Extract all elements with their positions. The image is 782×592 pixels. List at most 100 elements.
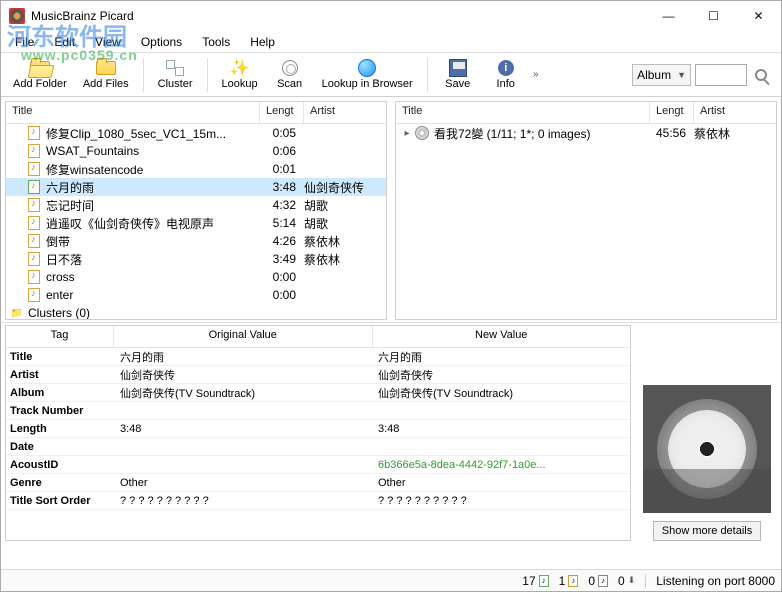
tag-original-value: 仙剑奇侠传 — [114, 367, 372, 383]
scan-button[interactable]: Scan — [266, 55, 314, 95]
matched-list[interactable]: ▸ 看我72變 (1/11; 1*; 0 images) 45:56 蔡依林 — [396, 124, 776, 319]
col-title[interactable]: Title — [6, 102, 260, 123]
search-button[interactable] — [751, 65, 771, 85]
tag-col-new[interactable]: New Value — [373, 326, 631, 347]
tag-row[interactable]: Title Sort Order? ? ? ? ? ? ? ? ? ?? ? ?… — [6, 492, 630, 510]
add-folder-button[interactable]: Add Folder — [5, 55, 75, 95]
lookup-label: Lookup — [222, 78, 258, 90]
file-row[interactable]: 修复winsatencode0:01 — [6, 160, 386, 178]
col-artist[interactable]: Artist — [694, 102, 776, 123]
status-count-2: 1♪ — [559, 574, 579, 588]
music-file-icon — [28, 234, 40, 248]
folder-icon — [96, 61, 116, 75]
expand-icon[interactable]: ▸ — [400, 128, 414, 139]
unmatched-list[interactable]: 修复Clip_1080_5sec_VC1_15m...0:05WSAT_Foun… — [6, 124, 386, 319]
file-row[interactable]: enter0:00 — [6, 286, 386, 304]
file-title: cross — [42, 270, 260, 284]
file-artist: 胡歌 — [304, 197, 386, 214]
music-file-icon — [28, 216, 40, 230]
tag-row[interactable]: Album仙剑奇侠传(TV Soundtrack)仙剑奇侠传(TV Soundt… — [6, 384, 630, 402]
tag-row[interactable]: Length3:483:48 — [6, 420, 630, 438]
app-icon — [9, 8, 25, 24]
add-files-label: Add Files — [83, 78, 129, 90]
file-row[interactable]: 日不落3:49蔡依林 — [6, 250, 386, 268]
statusbar-separator — [645, 574, 646, 588]
file-artist: 胡歌 — [304, 215, 386, 232]
file-row[interactable]: WSAT_Fountains0:06 — [6, 142, 386, 160]
tag-col-name[interactable]: Tag — [6, 326, 114, 347]
toolbar-separator — [207, 58, 208, 92]
file-title: 忘记时间 — [42, 197, 260, 214]
col-artist[interactable]: Artist — [304, 102, 386, 123]
file-row[interactable]: cross0:00 — [6, 268, 386, 286]
down-arrow-icon: ⬇ — [628, 575, 636, 586]
tag-name: Title Sort Order — [6, 495, 114, 507]
col-title[interactable]: Title — [396, 102, 650, 123]
tag-new-value: ? ? ? ? ? ? ? ? ? ? — [372, 495, 630, 507]
tag-row[interactable]: AcoustID6b366e5a-8dea-4442-92f7-1a0e... — [6, 456, 630, 474]
file-row[interactable]: 忘记时间4:32胡歌 — [6, 196, 386, 214]
file-length: 4:26 — [260, 234, 304, 248]
minimize-button[interactable]: — — [646, 1, 691, 31]
col-length[interactable]: Lengt — [260, 102, 304, 123]
file-title: 六月的雨 — [42, 179, 260, 196]
save-button[interactable]: Save — [434, 55, 482, 95]
col-length[interactable]: Lengt — [650, 102, 694, 123]
file-length: 0:00 — [260, 270, 304, 284]
file-title: 修复Clip_1080_5sec_VC1_15m... — [42, 125, 260, 142]
tag-row[interactable]: GenreOtherOther — [6, 474, 630, 492]
show-more-details-button[interactable]: Show more details — [653, 521, 762, 541]
menu-help[interactable]: Help — [240, 32, 285, 52]
music-file-icon — [28, 198, 40, 212]
clusters-label: Clusters (0) — [24, 306, 260, 319]
album-length: 45:56 — [650, 126, 694, 140]
file-length: 5:14 — [260, 216, 304, 230]
disc-icon — [415, 126, 429, 140]
chevron-down-icon: ▼ — [677, 70, 686, 80]
tag-name: AcoustID — [6, 459, 114, 471]
menu-view[interactable]: View — [85, 32, 131, 52]
menubar: File Edit View Options Tools Help — [1, 31, 781, 53]
search-type-select[interactable]: Album ▼ — [632, 64, 691, 86]
info-label: Info — [497, 78, 515, 90]
menu-file[interactable]: File — [5, 32, 44, 52]
toolbar: Add Folder Add Files Cluster ✨ Lookup Sc… — [1, 53, 781, 97]
cluster-label: Cluster — [158, 78, 193, 90]
music-file-icon — [28, 126, 40, 140]
toolbar-overflow[interactable]: » — [530, 69, 542, 80]
maximize-button[interactable]: ☐ — [691, 1, 736, 31]
tag-row[interactable]: Date — [6, 438, 630, 456]
lookup-browser-button[interactable]: Lookup in Browser — [314, 55, 421, 95]
save-label: Save — [445, 78, 470, 90]
info-button[interactable]: i Info — [482, 55, 530, 95]
file-row[interactable]: 修复Clip_1080_5sec_VC1_15m...0:05 — [6, 124, 386, 142]
splitter[interactable] — [389, 97, 393, 322]
file-row[interactable]: 逍遥叹《仙剑奇侠传》电视原声5:14胡歌 — [6, 214, 386, 232]
tag-row[interactable]: Title六月的雨六月的雨 — [6, 348, 630, 366]
close-button[interactable]: ✕ — [736, 1, 781, 31]
cluster-button[interactable]: Cluster — [150, 55, 201, 95]
add-files-button[interactable]: Add Files — [75, 55, 137, 95]
clusters-row[interactable]: 📁Clusters (0) — [6, 304, 386, 319]
album-row[interactable]: ▸ 看我72變 (1/11; 1*; 0 images) 45:56 蔡依林 — [396, 124, 776, 142]
tag-col-original[interactable]: Original Value — [114, 326, 373, 347]
menu-options[interactable]: Options — [131, 32, 192, 52]
tag-new-value: 仙剑奇侠传 — [372, 367, 630, 383]
tag-name: Title — [6, 351, 114, 363]
cover-art[interactable] — [643, 385, 771, 513]
lookup-button[interactable]: ✨ Lookup — [214, 55, 266, 95]
menu-tools[interactable]: Tools — [192, 32, 240, 52]
tag-row[interactable]: Artist仙剑奇侠传仙剑奇侠传 — [6, 366, 630, 384]
tag-row[interactable]: Track Number — [6, 402, 630, 420]
tag-original-value: 3:48 — [114, 423, 372, 435]
status-listening: Listening on port 8000 — [656, 574, 775, 588]
info-icon: i — [498, 60, 514, 76]
menu-edit[interactable]: Edit — [44, 32, 85, 52]
file-row[interactable]: 倒带4:26蔡依林 — [6, 232, 386, 250]
search-input[interactable] — [695, 64, 747, 86]
music-file-icon — [28, 180, 40, 194]
file-row[interactable]: 六月的雨3:48仙剑奇侠传 — [6, 178, 386, 196]
file-length: 4:32 — [260, 198, 304, 212]
tag-name: Genre — [6, 477, 114, 489]
music-file-icon — [28, 162, 40, 176]
